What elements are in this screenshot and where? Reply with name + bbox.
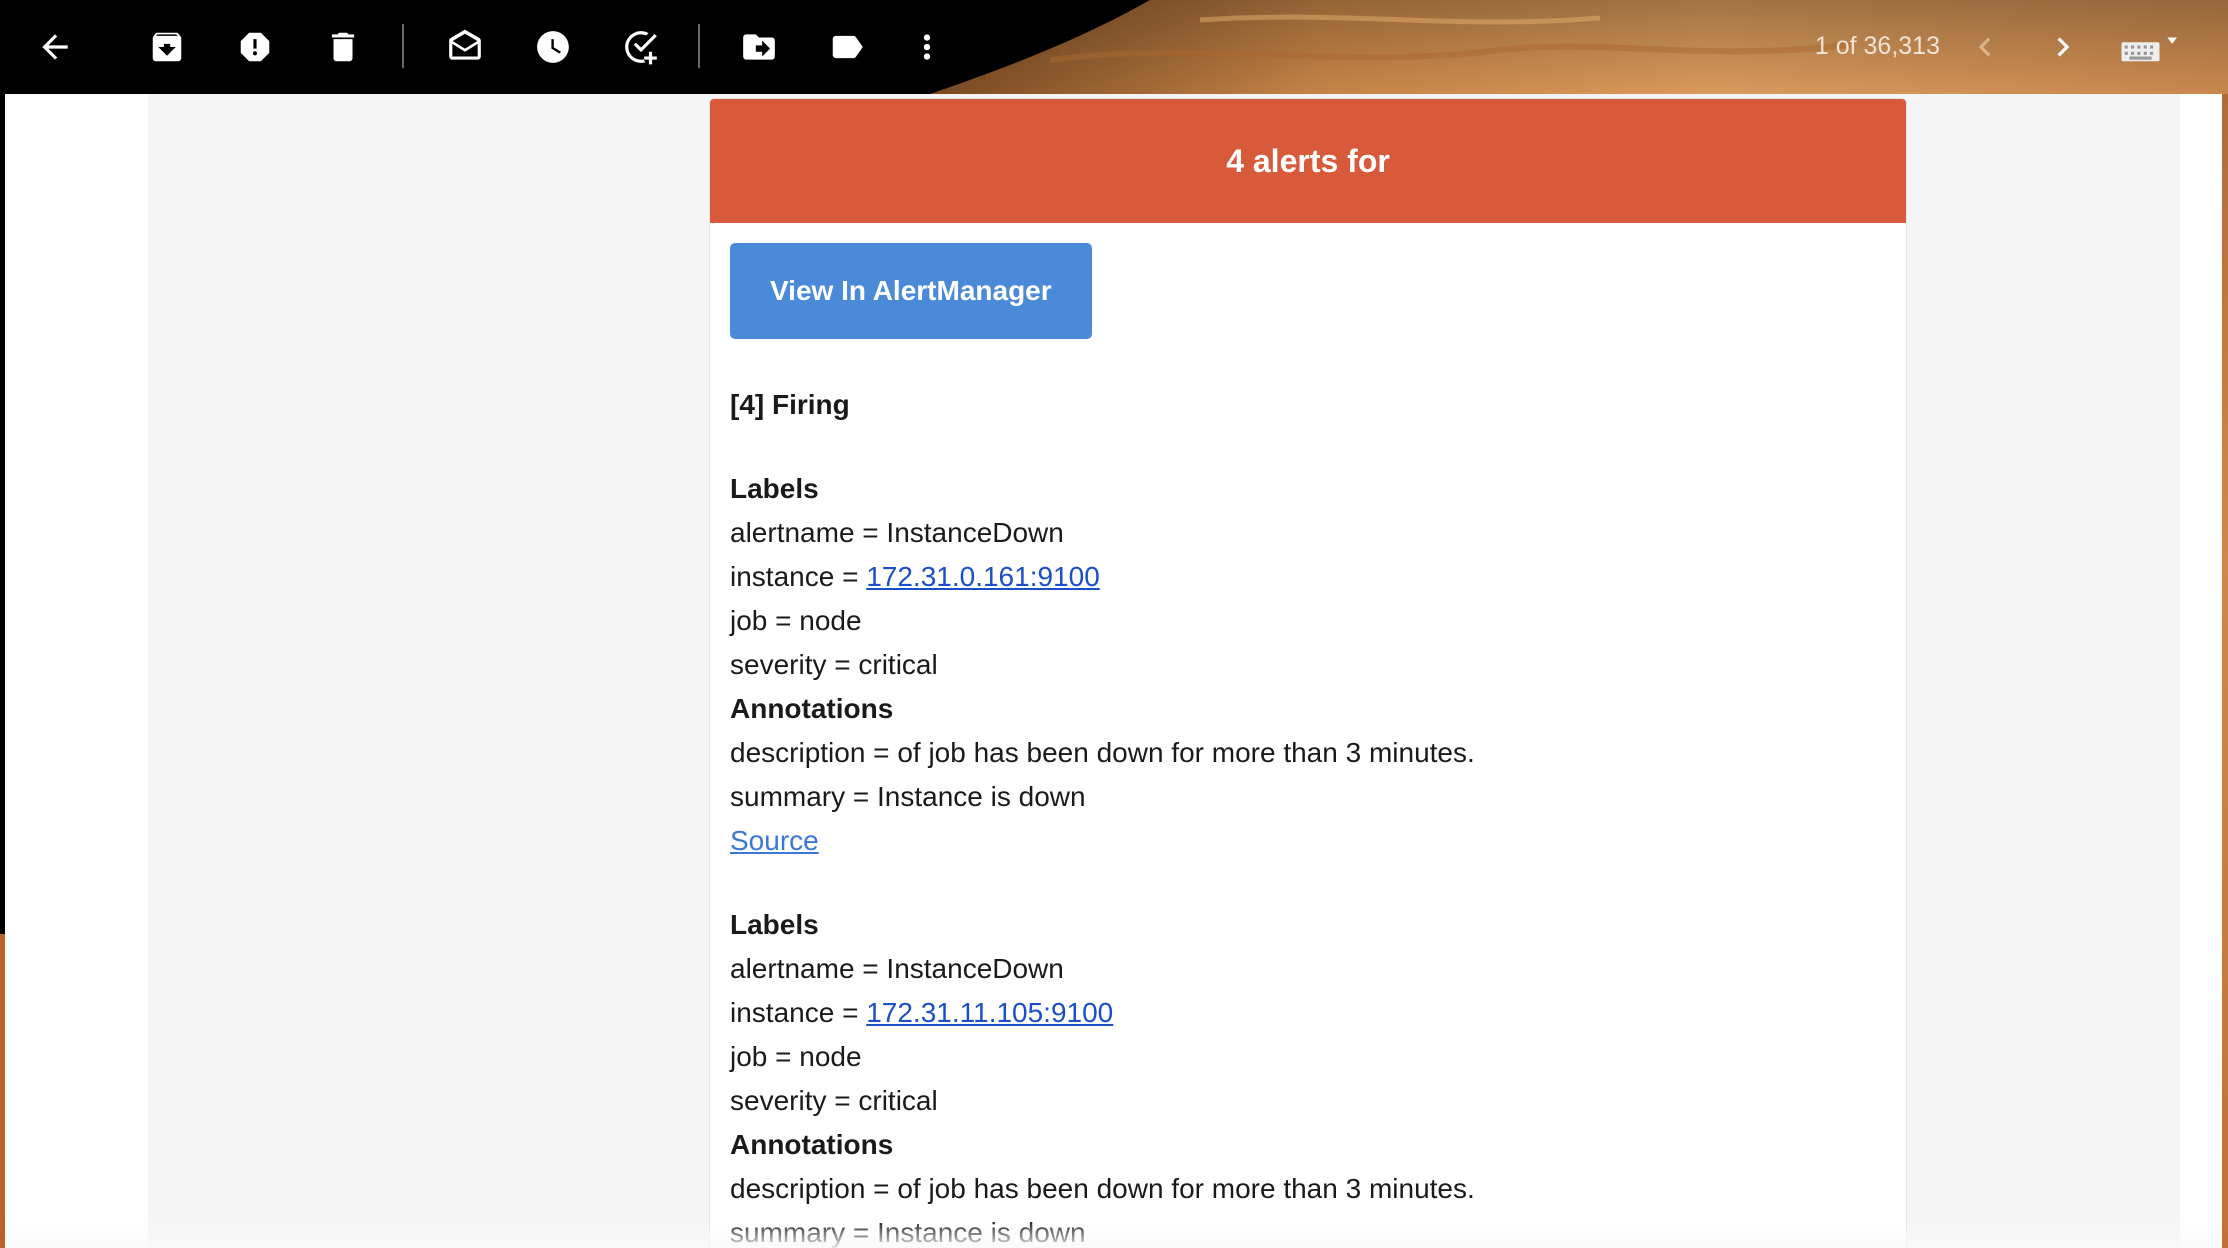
- label-alertname: alertname = InstanceDown: [730, 517, 1064, 548]
- annotation-description: description = of job has been down for m…: [730, 737, 1475, 768]
- pagination-count: 1 of 36,313: [1814, 32, 1940, 60]
- email-header-title: 4 alerts for: [1226, 142, 1390, 179]
- email-background: 4 alerts for View In AlertManager [4] Fi…: [148, 94, 2180, 1248]
- label-icon: [832, 35, 863, 59]
- alert-block: Labels alertname = InstanceDown instance…: [730, 467, 1886, 863]
- arrow-left-icon: [42, 34, 68, 60]
- label-job: job = node: [730, 605, 862, 636]
- move-to-icon: [743, 34, 775, 60]
- annotation-description: description = of job has been down for m…: [730, 1173, 1475, 1204]
- more-options-button[interactable]: [900, 20, 954, 74]
- source-link[interactable]: Source: [730, 825, 819, 856]
- annotation-summary: summary = Instance is down: [730, 1217, 1086, 1248]
- label-severity: severity = critical: [730, 649, 938, 680]
- source-line: Source: [730, 819, 1886, 863]
- toolbar-divider: [402, 24, 404, 68]
- keyboard-icon: [2121, 37, 2177, 62]
- mark-unread-icon: [449, 29, 481, 60]
- message-viewport: 4 alerts for View In AlertManager [4] Fi…: [5, 94, 2222, 1248]
- labels-heading: Labels: [730, 473, 819, 504]
- move-to-button[interactable]: [732, 20, 786, 74]
- archive-button[interactable]: [140, 20, 194, 74]
- email-header: 4 alerts for: [710, 99, 1906, 223]
- chevron-left-icon: [1978, 37, 1991, 57]
- archive-icon: [152, 32, 182, 62]
- toolbar-divider: [698, 24, 700, 68]
- right-background-edge: [2222, 94, 2228, 1248]
- alert-email-card: 4 alerts for View In AlertManager [4] Fi…: [709, 98, 1907, 1248]
- annotations-heading: Annotations: [730, 693, 894, 724]
- email-body: View In AlertManager [4] Firing Labels a…: [710, 223, 1906, 1248]
- chevron-right-icon: [2057, 37, 2070, 57]
- labels-heading: Labels: [730, 909, 819, 940]
- add-to-tasks-button[interactable]: [614, 20, 668, 74]
- label-alertname: alertname = InstanceDown: [730, 953, 1064, 984]
- newer-button[interactable]: [1958, 20, 2012, 74]
- alert-block: Labels alertname = InstanceDown instance…: [730, 903, 1886, 1248]
- firing-heading: [4] Firing: [730, 389, 850, 420]
- label-job: job = node: [730, 1041, 862, 1072]
- instance-link[interactable]: 172.31.0.161:9100: [866, 561, 1100, 592]
- label-severity: severity = critical: [730, 1085, 938, 1116]
- snooze-button[interactable]: [526, 20, 580, 74]
- delete-button[interactable]: [316, 20, 370, 74]
- annotation-summary: summary = Instance is down: [730, 781, 1086, 812]
- label-instance-prefix: instance =: [730, 997, 867, 1028]
- instance-link[interactable]: 172.31.11.105:9100: [866, 997, 1113, 1028]
- label-instance: instance = 172.31.0.161:9100: [730, 555, 1886, 599]
- gmail-window: 1 of 36,313 4 alerts for View In AlertMa…: [0, 0, 2228, 1248]
- label-instance-prefix: instance =: [730, 561, 867, 592]
- add-task-icon: [625, 31, 657, 65]
- message-toolbar: 1 of 36,313: [0, 0, 2228, 94]
- back-button[interactable]: [28, 20, 82, 74]
- report-spam-button[interactable]: [228, 20, 282, 74]
- labels-button[interactable]: [820, 20, 874, 74]
- clock-icon: [537, 31, 569, 63]
- input-tools-button[interactable]: [2110, 20, 2190, 74]
- mark-unread-button[interactable]: [438, 20, 492, 74]
- older-button[interactable]: [2036, 20, 2090, 74]
- trash-icon: [331, 32, 355, 62]
- annotations-heading: Annotations: [730, 1129, 894, 1160]
- view-in-alertmanager-button[interactable]: View In AlertManager: [730, 243, 1092, 339]
- report-spam-icon: [240, 32, 270, 62]
- label-instance: instance = 172.31.11.105:9100: [730, 991, 1886, 1035]
- more-vert-icon: [923, 34, 931, 60]
